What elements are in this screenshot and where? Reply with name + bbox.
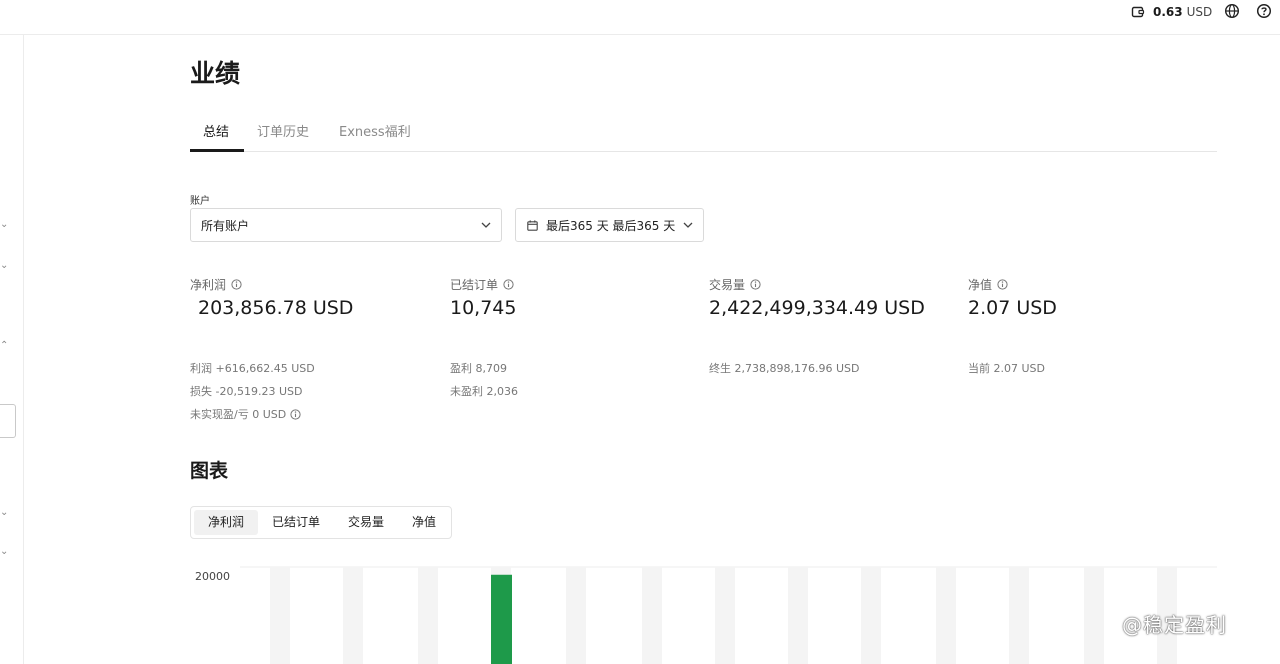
tab-exness-benefits[interactable]: Exness福利 bbox=[339, 121, 411, 140]
watermark-text: @稳定盈利 bbox=[1122, 613, 1227, 637]
info-icon[interactable] bbox=[503, 279, 514, 290]
stat-value-equity: 2.07 USD bbox=[968, 297, 1057, 319]
watermark: @稳定盈利 bbox=[1122, 609, 1227, 638]
date-range-value: 最后365 天 最后365 天 bbox=[546, 218, 676, 233]
y-tick-label: 20000 bbox=[195, 570, 230, 583]
stat-sub-profitable: 盈利 8,709 bbox=[450, 362, 507, 375]
stat-value-net-profit: 203,856.78 USD bbox=[198, 297, 354, 319]
info-icon[interactable] bbox=[231, 279, 242, 290]
stat-sub-loss: 损失 -20,519.23 USD bbox=[190, 385, 303, 398]
charts-title: 图表 bbox=[190, 460, 229, 482]
active-tab-indicator bbox=[190, 149, 244, 152]
chevron-down-icon bbox=[683, 222, 693, 228]
help-circle-icon[interactable] bbox=[1256, 3, 1272, 19]
chart-band bbox=[270, 567, 290, 664]
stat-sub-unrealized: 未实现盈/亏 0 USD bbox=[190, 406, 301, 422]
sidebar-chevron-icon[interactable]: ⌃ bbox=[0, 340, 8, 351]
stat-value-volume: 2,422,499,334.49 USD bbox=[709, 297, 925, 319]
sidebar-item-active[interactable] bbox=[0, 404, 16, 438]
segment-equity[interactable]: 净值 bbox=[400, 510, 448, 535]
sidebar-chevron-icon[interactable]: ⌄ bbox=[0, 546, 8, 557]
info-icon[interactable] bbox=[997, 279, 1008, 290]
calendar-icon bbox=[527, 219, 538, 231]
chart-band bbox=[566, 567, 586, 664]
tab-bar: 总结 订单历史 Exness福利 bbox=[190, 113, 1217, 152]
chart-bar[interactable] bbox=[491, 574, 512, 664]
stat-label-text: 净利润 bbox=[190, 278, 227, 292]
page-title: 业绩 bbox=[190, 59, 241, 88]
info-icon[interactable] bbox=[750, 279, 761, 290]
sidebar-chevron-icon[interactable]: ⌄ bbox=[0, 219, 8, 230]
chart-band bbox=[642, 567, 662, 664]
chart-metric-switch: 净利润 已结订单 交易量 净值 bbox=[190, 506, 452, 539]
info-icon[interactable] bbox=[290, 408, 301, 420]
segment-closed-orders[interactable]: 已结订单 bbox=[260, 510, 332, 535]
segment-net-profit[interactable]: 净利润 bbox=[194, 510, 258, 535]
globe-icon[interactable] bbox=[1224, 3, 1240, 19]
chart-band bbox=[418, 567, 438, 664]
stat-label-net-profit: 净利润 bbox=[190, 276, 242, 293]
sidebar: ⌄ ⌄ ⌃ ⌄ ⌄ bbox=[0, 35, 24, 664]
stat-label-text: 净值 bbox=[968, 278, 993, 292]
stat-label-text: 已结订单 bbox=[450, 278, 499, 292]
net-profit-chart: 20000 bbox=[195, 566, 1217, 664]
stat-sub-unprofitable: 未盈利 2,036 bbox=[450, 385, 518, 398]
tab-order-history[interactable]: 订单历史 bbox=[257, 121, 309, 140]
balance-display[interactable]: 0.63 USD bbox=[1131, 3, 1212, 21]
wallet-icon bbox=[1131, 6, 1145, 18]
stat-label-text: 交易量 bbox=[709, 278, 746, 292]
chart-band bbox=[936, 567, 956, 664]
balance-amount: 0.63 bbox=[1153, 5, 1183, 19]
chart-band bbox=[1009, 567, 1029, 664]
balance-currency: USD bbox=[1186, 5, 1213, 19]
chart-band bbox=[343, 567, 363, 664]
stat-sub-unrealized-text: 未实现盈/亏 0 USD bbox=[190, 408, 287, 421]
chart-band bbox=[715, 567, 735, 664]
stat-sub-current: 当前 2.07 USD bbox=[968, 362, 1045, 375]
date-range-select[interactable]: 最后365 天 最后365 天 bbox=[515, 208, 704, 242]
segment-volume[interactable]: 交易量 bbox=[334, 510, 398, 535]
chevron-down-icon bbox=[481, 222, 491, 228]
top-bar: 0.63 USD bbox=[0, 0, 1280, 35]
stat-label-equity: 净值 bbox=[968, 276, 1008, 293]
stat-label-closed-orders: 已结订单 bbox=[450, 276, 514, 293]
stat-sub-lifetime: 终生 2,738,898,176.96 USD bbox=[709, 362, 860, 375]
account-select-value: 所有账户 bbox=[201, 218, 250, 233]
sidebar-chevron-icon[interactable]: ⌄ bbox=[0, 260, 8, 271]
chart-band bbox=[788, 567, 808, 664]
account-select[interactable]: 所有账户 bbox=[190, 208, 502, 242]
tab-summary[interactable]: 总结 bbox=[203, 121, 229, 140]
stat-value-closed-orders: 10,745 bbox=[450, 297, 517, 319]
chart-band bbox=[861, 567, 881, 664]
chart-band bbox=[1084, 567, 1104, 664]
sidebar-chevron-icon[interactable]: ⌄ bbox=[0, 507, 8, 518]
account-label: 账户 bbox=[190, 196, 210, 207]
stat-sub-profit: 利润 +616,662.45 USD bbox=[190, 362, 315, 375]
stat-label-volume: 交易量 bbox=[709, 276, 761, 293]
